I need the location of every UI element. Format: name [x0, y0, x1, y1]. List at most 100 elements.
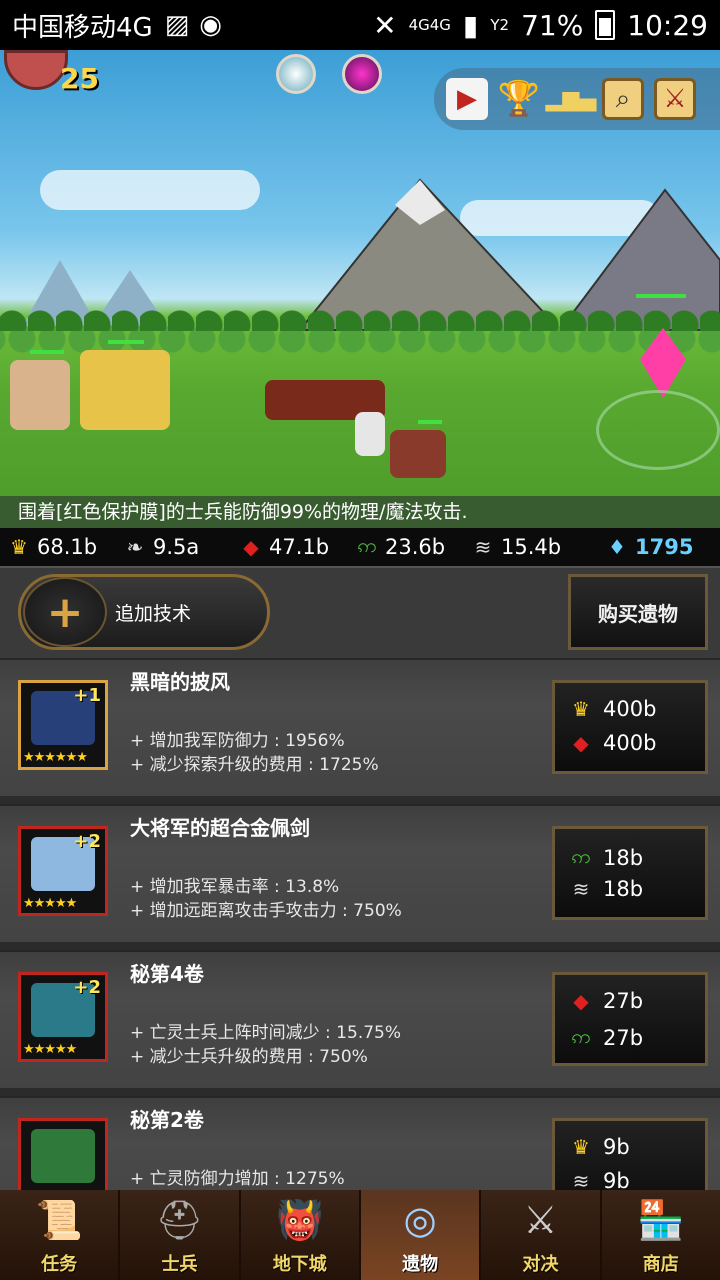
green-vine-icon: ဢ: [571, 844, 591, 868]
player-avatar[interactable]: [4, 50, 68, 90]
relic-item[interactable]: +1 ★★★★★★ 黑暗的披风 + 增加我军防御力 : 1956% + 减少探索…: [0, 658, 720, 796]
nav-label: 任务: [41, 1254, 78, 1275]
soldier-sprite: [355, 412, 385, 456]
book-search-icon[interactable]: ⌕: [602, 78, 644, 120]
disc-notification-icon: ◉: [199, 10, 222, 40]
relic-effect: + 增加远距离攻击手攻击力 : 750%: [130, 901, 402, 921]
buy-relic-button[interactable]: 购买遗物: [568, 574, 708, 650]
nav-label: 士兵: [161, 1254, 198, 1275]
nav-label: 地下城: [272, 1254, 327, 1275]
relic-item[interactable]: +2 ★★★★★ 大将军的超合金佩剑 + 增加我军暴击率 : 13.8% + 增…: [0, 804, 720, 942]
relic-effect: + 增加我军防御力 : 1956%: [130, 731, 345, 751]
nav-dungeon[interactable]: 👹 地下城: [241, 1190, 361, 1280]
feather-icon: ❧: [126, 535, 144, 559]
red-crystal-icon: ◆: [243, 535, 259, 559]
claw-icon: ≋: [474, 535, 492, 559]
cost-value: 9b: [603, 1135, 630, 1159]
bottom-nav: 📜 任务 ⛑ 士兵 👹 地下城 ◎ 遗物 ⚔ 对决 🏪 商店: [0, 1190, 720, 1280]
player-level: 25: [60, 62, 99, 95]
relic-thumbnail[interactable]: [18, 1118, 108, 1190]
battery-percent: 71%: [521, 8, 584, 42]
scroll-icon: 📜: [35, 1198, 83, 1242]
book-sword-icon[interactable]: ⚔: [654, 78, 696, 120]
nav-label: 商店: [642, 1254, 679, 1275]
resource-value: 68.1b: [37, 535, 98, 559]
trophy-icon[interactable]: 🏆: [498, 78, 540, 120]
soldier-sprite: [80, 350, 170, 430]
signal-icon: ▮: [462, 8, 479, 42]
monster-icon: 👹: [276, 1198, 324, 1242]
magic-circle: [596, 390, 720, 470]
relic-upgrade-level: +2: [73, 831, 101, 852]
claw-icon: ≋: [572, 877, 590, 901]
nav-quests[interactable]: 📜 任务: [0, 1190, 121, 1280]
resource-gems: ♦ 1795: [604, 535, 714, 559]
action-row: + 追加技术 购买遗物: [0, 566, 720, 658]
nav-duel[interactable]: ⚔ 对决: [481, 1190, 602, 1280]
relic-thumbnail[interactable]: +2 ★★★★★: [18, 972, 108, 1062]
resource-value: 23.6b: [385, 535, 446, 559]
relic-effect: + 减少士兵升级的费用 : 750%: [130, 1047, 368, 1067]
helmet-icon: ⛑: [155, 1198, 204, 1242]
green-vine-icon: ဢ: [357, 533, 377, 557]
relic-list[interactable]: +1 ★★★★★★ 黑暗的披风 + 增加我军防御力 : 1956% + 减少探索…: [0, 658, 720, 1190]
orb-icon: ◎: [403, 1198, 437, 1242]
image-notification-icon: ▨: [164, 10, 190, 40]
relic-stars: ★★★★★: [23, 896, 77, 911]
network-type: 4G4G: [408, 16, 451, 34]
relic-stars: ★★★★★: [23, 1042, 77, 1057]
relic-thumbnail[interactable]: +1 ★★★★★★: [18, 680, 108, 770]
relic-upgrade-level: +2: [73, 977, 101, 998]
soldier-sprite: [10, 360, 70, 430]
green-vine-icon: ဢ: [571, 1024, 591, 1048]
relic-upgrade-cost-button[interactable]: ♛ 9b ≋ 9b: [552, 1118, 708, 1190]
relic-effect: + 减少探索升级的费用 : 1725%: [130, 755, 379, 775]
crossed-swords-icon: ⚔: [523, 1198, 558, 1242]
carrier-name: 中国移动4G: [12, 12, 153, 43]
cost-value: 18b: [603, 846, 644, 870]
nav-label: 对决: [522, 1254, 559, 1275]
game-scene[interactable]: 25 ▶ 🏆 ▂▆▄ ⌕ ⚔ 围着[红色保护膜]的士兵能防御99%的物理/魔法攻…: [0, 50, 720, 528]
relic-name: 秘第4卷: [130, 962, 204, 986]
relic-stars: ★★★★★★: [23, 750, 88, 765]
relic-thumbnail[interactable]: +2 ★★★★★: [18, 826, 108, 916]
relic-effect: + 亡灵防御力增加 : 1275%: [130, 1169, 345, 1189]
skill-orb-icon[interactable]: [276, 54, 316, 94]
crown-icon: ♛: [10, 535, 28, 559]
relic-upgrade-cost-button[interactable]: ◆ 27b ဢ 27b: [552, 972, 708, 1066]
resource-claw: ≋ 15.4b: [470, 535, 586, 559]
hp-bar: [418, 420, 442, 424]
add-tech-label: 追加技术: [115, 602, 192, 625]
relic-upgrade-cost-button[interactable]: ♛ 400b ◆ 400b: [552, 680, 708, 774]
play-icon[interactable]: ▶: [446, 78, 488, 120]
relic-name: 黑暗的披风: [130, 670, 230, 694]
add-tech-button[interactable]: + 追加技术: [18, 574, 270, 650]
status-bar: 中国移动4G ▨ ◉ ✕ 4G4G ▮ Y2 71% 10:29: [0, 0, 720, 50]
nav-shop[interactable]: 🏪 商店: [602, 1190, 720, 1280]
cost-value: 400b: [603, 697, 657, 721]
red-crystal-icon: ◆: [573, 989, 589, 1013]
skill-orb-icon[interactable]: [342, 54, 382, 94]
relic-effect: + 亡灵士兵上阵时间减少 : 15.75%: [130, 1023, 402, 1043]
relic-upgrade-level: +1: [73, 685, 101, 706]
resource-bar: ♛ 68.1b ❧ 9.5a ◆ 47.1b ဢ 23.6b ≋ 15.4b ♦…: [0, 528, 720, 566]
podium-icon[interactable]: ▂▆▄: [546, 78, 597, 120]
resource-value: 15.4b: [501, 535, 562, 559]
relic-upgrade-cost-button[interactable]: ဢ 18b ≋ 18b: [552, 826, 708, 920]
nav-soldiers[interactable]: ⛑ 士兵: [120, 1190, 241, 1280]
crown-icon: ♛: [572, 697, 590, 721]
relic-name: 秘第2卷: [130, 1108, 204, 1132]
nav-relics[interactable]: ◎ 遗物: [360, 1190, 482, 1280]
relic-item[interactable]: +2 ★★★★★ 秘第4卷 + 亡灵士兵上阵时间减少 : 15.75% + 减少…: [0, 950, 720, 1088]
cost-value: 27b: [603, 989, 644, 1013]
crown-icon: ♛: [572, 1135, 590, 1159]
cost-value: 18b: [603, 877, 644, 901]
relic-item[interactable]: 秘第2卷 + 亡灵防御力增加 : 1275% ♛ 9b ≋ 9b: [0, 1096, 720, 1190]
resource-crown: ♛ 68.1b: [6, 535, 122, 559]
plus-icon: +: [23, 577, 107, 647]
resource-red-crystal: ◆ 47.1b: [238, 535, 354, 559]
mute-icon: ✕: [373, 8, 397, 42]
nav-label: 遗物: [402, 1254, 439, 1275]
arrow-book-icon: [31, 1129, 95, 1183]
hp-bar: [636, 294, 686, 298]
